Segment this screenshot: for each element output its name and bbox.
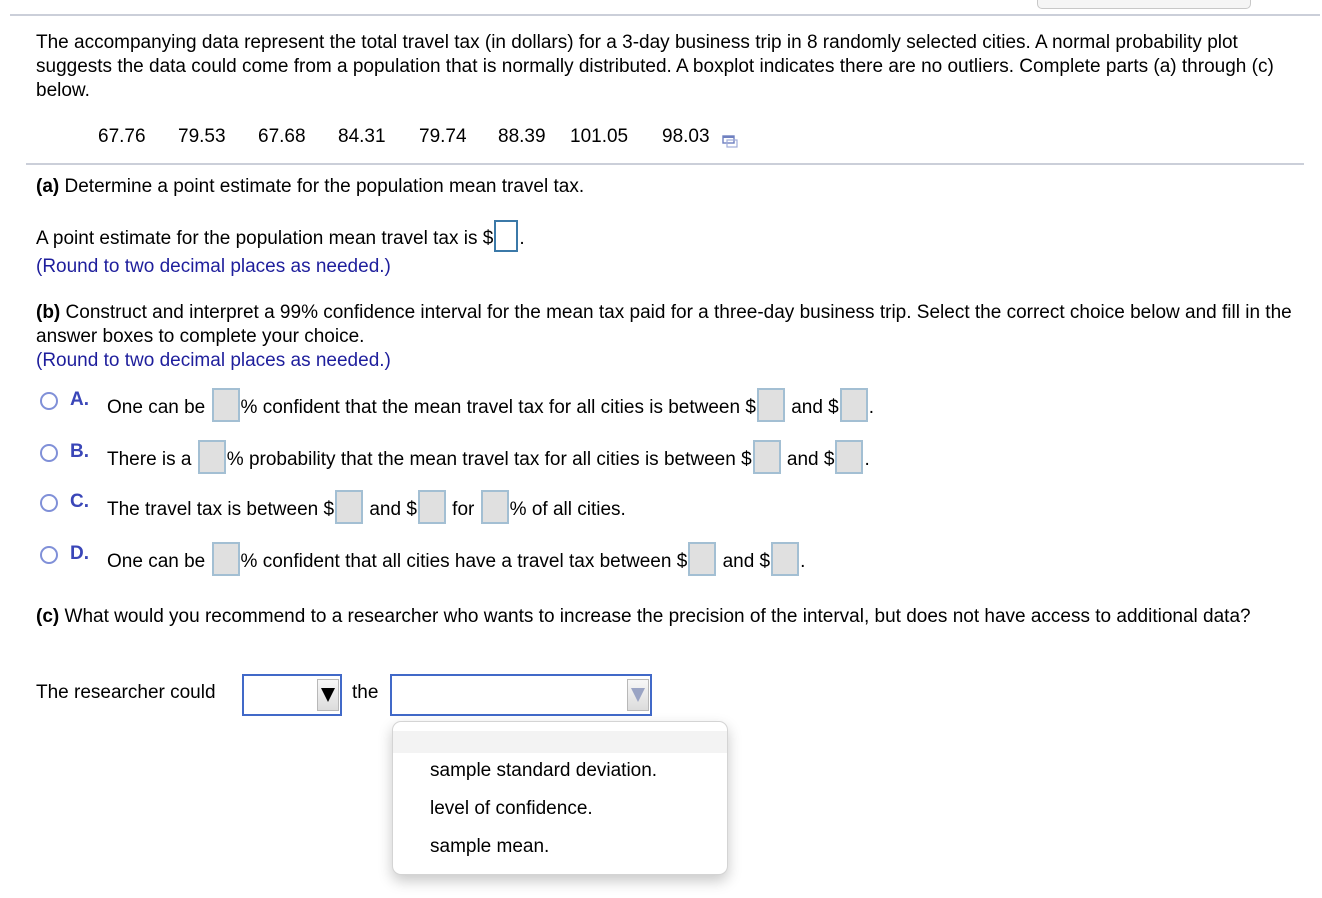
data-value: 88.39 (498, 126, 546, 147)
option-text: % confident that all cities have a trave… (240, 551, 688, 572)
option-text: and $ (364, 499, 417, 520)
action-select[interactable] (242, 674, 342, 716)
option-c-upper-input[interactable] (417, 489, 446, 524)
option-a-lower-input[interactable] (756, 387, 785, 422)
copy-data-icon[interactable] (722, 132, 738, 148)
option-text: % probability that the mean travel tax f… (226, 449, 752, 470)
option-text: The travel tax is between $ (107, 499, 335, 520)
part-b-question-text: Construct and interpret a 99% confidence… (36, 302, 1292, 347)
data-value: 67.68 (258, 126, 306, 147)
data-value: 67.76 (98, 126, 146, 147)
option-text: and $ (781, 449, 835, 470)
option-text: . (800, 551, 806, 572)
chevron-down-icon (321, 688, 335, 702)
quantity-dropdown-menu: sample standard deviation. level of conf… (392, 721, 728, 875)
option-d-radio[interactable] (40, 546, 58, 564)
data-value: 79.53 (178, 126, 226, 147)
option-b-probability-input[interactable] (197, 439, 226, 474)
option-d-confidence-input[interactable] (211, 541, 240, 576)
quantity-select-arrow[interactable] (627, 679, 649, 711)
data-value: 101.05 (570, 126, 629, 147)
option-d-upper-input[interactable] (771, 541, 800, 576)
part-c-question: (c) What would you recommend to a resear… (36, 605, 1306, 629)
option-text: % of all cities. (509, 499, 626, 520)
option-a-radio[interactable] (40, 392, 58, 410)
option-a-confidence-input[interactable] (211, 387, 240, 422)
action-select-arrow[interactable] (317, 679, 339, 711)
option-a-upper-input[interactable] (839, 387, 868, 422)
dropdown-option-blank[interactable] (393, 731, 727, 753)
part-a-question-text: Determine a point estimate for the popul… (59, 176, 585, 197)
chevron-down-icon (631, 688, 645, 702)
researcher-could-label: The researcher could (36, 682, 216, 703)
dropdown-option-level-of-confidence[interactable]: level of confidence. (430, 794, 593, 824)
option-b-lower-input[interactable] (752, 439, 781, 474)
option-c-percent-input[interactable] (480, 489, 509, 524)
part-a-answer-line: A point estimate for the population mean… (36, 220, 525, 252)
data-value: 84.31 (338, 126, 386, 147)
option-text: One can be (107, 551, 211, 572)
quantity-select[interactable] (390, 674, 652, 716)
dropdown-option-sample-mean[interactable]: sample mean. (430, 832, 549, 862)
option-d-letter: D. (70, 543, 89, 564)
part-a-answer-suffix: . (519, 228, 525, 250)
point-estimate-input[interactable] (494, 220, 519, 252)
the-label: the (352, 682, 379, 703)
option-text: There is a (107, 449, 197, 470)
question-intro: The accompanying data represent the tota… (36, 32, 1274, 101)
option-d-lower-input[interactable] (688, 541, 717, 576)
option-text: % confident that the mean travel tax for… (240, 397, 756, 418)
data-value: 98.03 (662, 126, 710, 147)
option-c-radio[interactable] (40, 494, 58, 512)
top-divider (10, 14, 1320, 16)
option-text: One can be (107, 397, 211, 418)
option-text: for (446, 499, 480, 520)
part-a-label: (a) (36, 176, 60, 197)
option-b-upper-input[interactable] (835, 439, 864, 474)
option-b-letter: B. (70, 441, 89, 462)
option-text: and $ (717, 551, 771, 572)
part-a-hint: (Round to two decimal places as needed.) (36, 256, 391, 277)
part-c-question-text: What would you recommend to a researcher… (59, 606, 1251, 627)
part-b-question: (b) Construct and interpret a 99% confid… (36, 301, 1306, 349)
top-toolbar-button[interactable] (1037, 0, 1251, 9)
section-divider (26, 163, 1304, 165)
dropdown-option-sample-standard-deviation[interactable]: sample standard deviation. (430, 756, 657, 786)
part-a-answer-prefix: A point estimate for the population mean… (36, 228, 494, 250)
part-b-label: (b) (36, 302, 61, 323)
data-value: 79.74 (419, 126, 467, 147)
option-text: . (868, 397, 875, 418)
option-text: and $ (785, 397, 839, 418)
option-c-letter: C. (70, 491, 89, 512)
part-b-hint: (Round to two decimal places as needed.) (36, 350, 391, 371)
part-c-label: (c) (36, 606, 60, 627)
option-b-radio[interactable] (40, 444, 58, 462)
option-a-letter: A. (70, 389, 89, 410)
option-c-lower-input[interactable] (335, 489, 364, 524)
option-text: . (864, 449, 870, 470)
part-a-question: (a) Determine a point estimate for the p… (36, 175, 584, 199)
